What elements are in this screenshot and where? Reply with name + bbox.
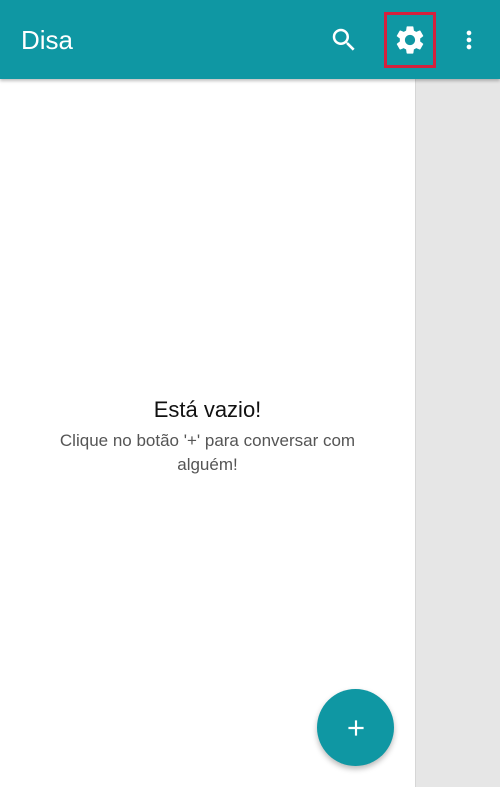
app-title: Disa — [21, 25, 74, 55]
empty-state-hint: Clique no botão '+' para conversar com a… — [59, 431, 356, 474]
overflow-menu-button[interactable] — [452, 18, 486, 62]
app-screen: Disa Está vazio! Clique no botão '+' par… — [0, 0, 500, 787]
conversation-list: Está vazio! Clique no botão '+' para con… — [0, 79, 415, 787]
more-vert-icon — [466, 30, 472, 50]
settings-button[interactable] — [384, 12, 436, 68]
search-icon — [332, 28, 355, 51]
gear-icon — [396, 26, 424, 54]
search-button[interactable] — [322, 18, 366, 62]
plus-icon — [347, 719, 364, 736]
app-bar: Disa — [0, 0, 500, 79]
empty-state-title: Está vazio! — [153, 397, 262, 422]
side-panel — [415, 79, 500, 787]
new-conversation-button[interactable] — [317, 689, 394, 766]
